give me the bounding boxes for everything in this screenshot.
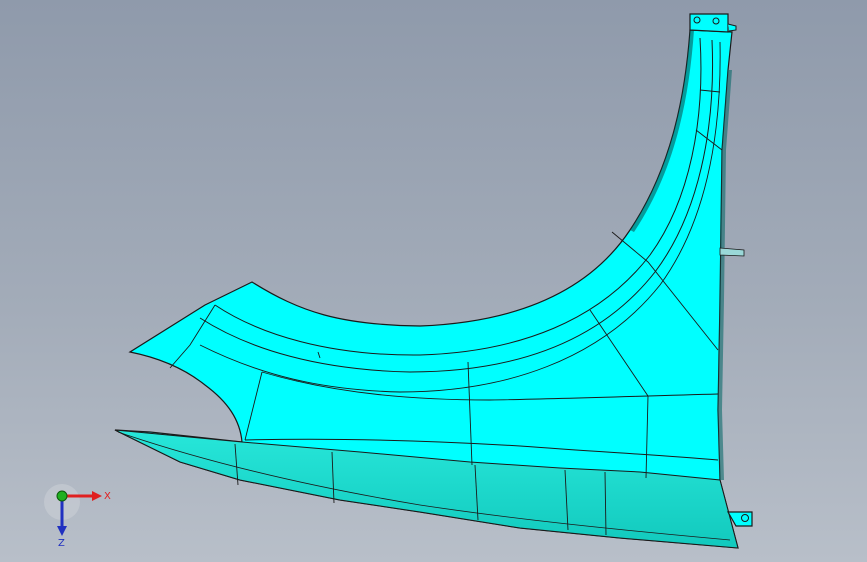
z-axis-arrow xyxy=(57,526,67,536)
x-axis-arrow xyxy=(92,491,102,501)
fender-model[interactable] xyxy=(0,0,867,562)
y-axis-dot xyxy=(56,490,68,502)
x-axis-label: X xyxy=(104,491,111,502)
side-bracket xyxy=(719,247,745,257)
graphics-viewport[interactable]: X Z xyxy=(0,0,867,562)
top-tab-rib xyxy=(727,23,737,32)
coordinate-triad: X Z xyxy=(44,484,111,548)
z-axis-label: Z xyxy=(58,538,65,548)
